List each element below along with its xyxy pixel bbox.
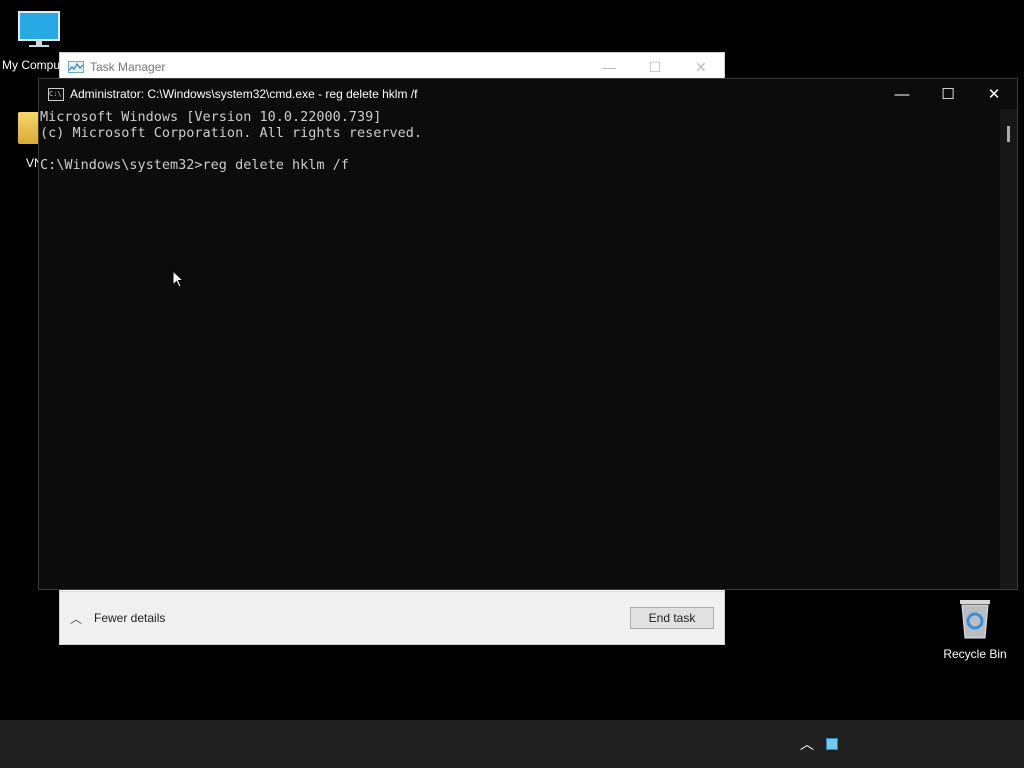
folder-icon[interactable] bbox=[18, 112, 40, 144]
cmd-minimize-button[interactable]: — bbox=[879, 79, 925, 109]
tray-app-icon[interactable] bbox=[826, 738, 838, 750]
cmd-app-icon: C:\ bbox=[48, 87, 64, 101]
cmd-window: C:\ Administrator: C:\Windows\system32\c… bbox=[38, 78, 1018, 590]
console-output[interactable]: Microsoft Windows [Version 10.0.22000.73… bbox=[39, 109, 1000, 589]
console-line: Microsoft Windows [Version 10.0.22000.73… bbox=[40, 109, 382, 125]
cmd-titlebar[interactable]: C:\ Administrator: C:\Windows\system32\c… bbox=[39, 79, 1017, 109]
cmd-maximize-button[interactable]: ☐ bbox=[925, 79, 971, 109]
console-prompt-line: C:\Windows\system32>reg delete hklm /f bbox=[40, 157, 349, 173]
fewer-details-button[interactable]: ︿ Fewer details bbox=[70, 610, 165, 627]
cmd-title: Administrator: C:\Windows\system32\cmd.e… bbox=[70, 87, 418, 101]
task-manager-titlebar[interactable]: Task Manager — ☐ ✕ bbox=[60, 53, 724, 81]
show-hidden-icons-chevron-icon[interactable]: ︿ bbox=[800, 734, 814, 754]
task-manager-maximize-button[interactable]: ☐ bbox=[632, 53, 678, 81]
task-manager-title: Task Manager bbox=[90, 60, 166, 74]
end-task-button[interactable]: End task bbox=[630, 607, 714, 629]
recycle-bin-label: Recycle Bin bbox=[943, 647, 1007, 661]
recycle-bin-icon bbox=[960, 600, 990, 639]
chevron-up-icon: ︿ bbox=[70, 611, 83, 626]
task-manager-app-icon bbox=[68, 61, 84, 73]
recycle-bin-desktop-icon[interactable]: Recycle Bin bbox=[940, 596, 1010, 661]
mouse-pointer-icon bbox=[172, 270, 184, 288]
scrollbar-thumb[interactable] bbox=[1007, 126, 1010, 142]
console-scrollbar[interactable] bbox=[1000, 109, 1017, 589]
fewer-details-label: Fewer details bbox=[94, 611, 166, 625]
task-manager-footer: ︿ Fewer details End task bbox=[60, 591, 724, 644]
my-computer-label: My Compu bbox=[2, 58, 61, 72]
task-manager-minimize-button[interactable]: — bbox=[586, 53, 632, 81]
cmd-close-button[interactable]: ✕ bbox=[971, 79, 1017, 109]
console-line: (c) Microsoft Corporation. All rights re… bbox=[40, 125, 423, 141]
monitor-icon bbox=[18, 11, 60, 47]
task-manager-close-button[interactable]: ✕ bbox=[678, 53, 724, 81]
taskbar: ︿ bbox=[0, 720, 1024, 768]
